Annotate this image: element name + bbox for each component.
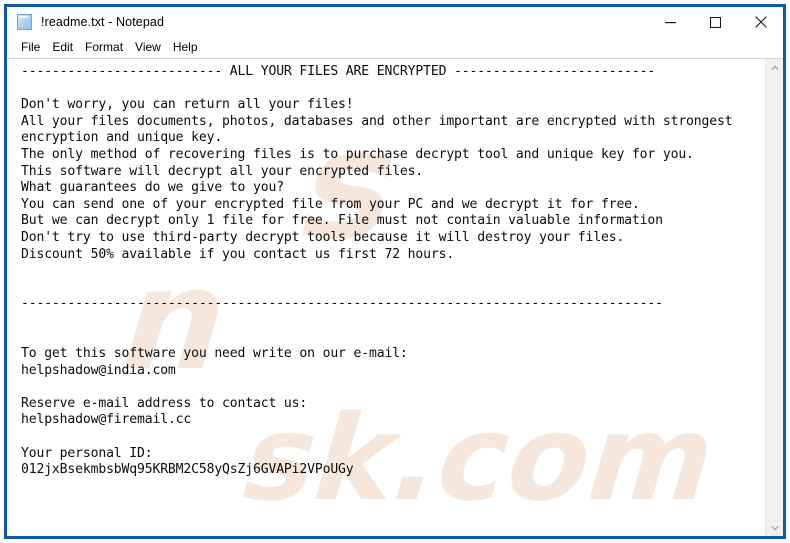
menu-bar: File Edit Format View Help xyxy=(7,37,783,58)
menu-item-help[interactable]: Help xyxy=(167,37,204,58)
menu-item-view[interactable]: View xyxy=(129,37,167,58)
scroll-down-button[interactable] xyxy=(766,519,783,536)
notepad-document-icon xyxy=(17,13,34,31)
text-editor-area[interactable]: -------------------------- ALL YOUR FILE… xyxy=(7,59,765,536)
notepad-window: !readme.txt - Notepad File Edit Format V… xyxy=(4,4,786,539)
title-bar[interactable]: !readme.txt - Notepad xyxy=(7,7,783,37)
window-controls xyxy=(648,7,783,37)
minimize-button[interactable] xyxy=(648,7,693,37)
menu-item-edit[interactable]: Edit xyxy=(46,37,79,58)
menu-item-file[interactable]: File xyxy=(15,37,46,58)
maximize-button[interactable] xyxy=(693,7,738,37)
close-icon xyxy=(754,16,767,28)
scrollbar-track[interactable] xyxy=(766,76,783,519)
ransom-note-text[interactable]: -------------------------- ALL YOUR FILE… xyxy=(21,64,765,479)
scroll-up-button[interactable] xyxy=(766,59,783,76)
vertical-scrollbar[interactable] xyxy=(765,59,783,536)
editor-client-area: s n sk.com -------------------------- AL… xyxy=(7,58,783,536)
menu-item-format[interactable]: Format xyxy=(79,37,129,58)
chevron-up-icon xyxy=(770,65,779,70)
chevron-down-icon xyxy=(770,525,779,530)
window-title: !readme.txt - Notepad xyxy=(41,15,164,29)
maximize-icon xyxy=(710,16,721,28)
minimize-icon xyxy=(665,21,676,23)
close-button[interactable] xyxy=(738,7,783,37)
